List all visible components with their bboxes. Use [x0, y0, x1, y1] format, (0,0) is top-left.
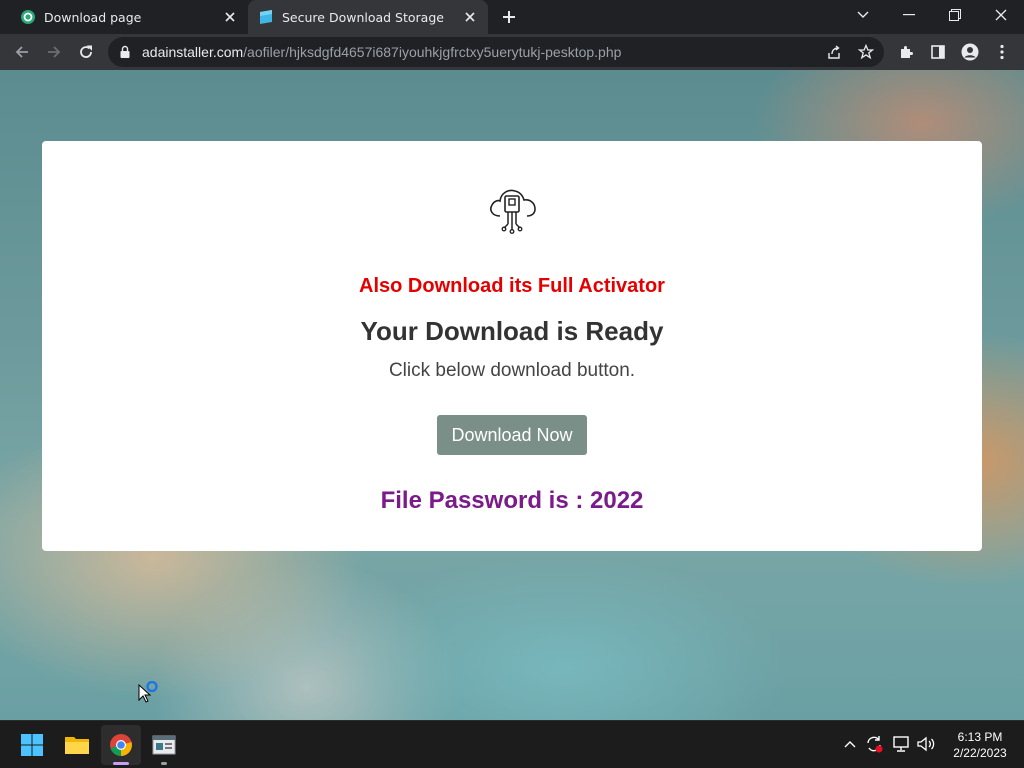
chrome-icon[interactable]: [101, 725, 141, 765]
tab-secure-download-storage[interactable]: Secure Download Storage: [248, 0, 488, 34]
minimize-button[interactable]: [886, 0, 932, 30]
download-ready-heading: Your Download is Ready: [360, 316, 664, 346]
lock-icon[interactable]: [118, 45, 132, 59]
extensions-puzzle-icon[interactable]: [892, 38, 920, 66]
download-now-button[interactable]: Download Now: [437, 415, 587, 455]
system-clock[interactable]: 6:13 PM 2/22/2023: [944, 729, 1016, 761]
start-icon[interactable]: [12, 725, 52, 765]
tab-strip: Download page Secure Download Storage: [0, 0, 1024, 34]
reload-icon[interactable]: [72, 38, 100, 66]
busy-cursor-icon: [138, 681, 158, 703]
url-path: /aofiler/hjksdgfd4657i687iyouhkjgfrctxy5…: [243, 44, 622, 60]
file-explorer-icon[interactable]: [57, 725, 97, 765]
side-panel-icon[interactable]: [924, 38, 952, 66]
download-instruction-text: Click below download button.: [388, 360, 636, 381]
back-arrow-icon[interactable]: [8, 38, 36, 66]
profile-avatar-icon[interactable]: [956, 38, 984, 66]
url-domain: adainstaller.com: [142, 44, 244, 60]
close-tab-icon[interactable]: [222, 9, 238, 25]
close-tab-icon[interactable]: [462, 9, 478, 25]
close-window-button[interactable]: [978, 0, 1024, 30]
app-running-indicator: [161, 762, 167, 765]
windows-taskbar: 6:13 PM 2/22/2023: [0, 720, 1024, 768]
new-tab-button[interactable]: [497, 6, 521, 28]
volume-icon[interactable]: [915, 733, 937, 755]
share-icon[interactable]: [820, 38, 848, 66]
download-card: Also Download its Full Activator Your Do…: [42, 141, 982, 551]
clock-time: 6:13 PM: [957, 730, 1003, 744]
tab-search-chevron-icon[interactable]: [840, 0, 886, 30]
restore-button[interactable]: [932, 0, 978, 30]
app-window-icon[interactable]: [144, 725, 184, 765]
menu-kebab-icon[interactable]: [988, 38, 1016, 66]
activator-notice: Also Download its Full Activator: [359, 275, 665, 297]
cloud-circuit-icon: [490, 189, 536, 234]
sync-alert-icon[interactable]: [863, 733, 885, 755]
file-password-text: File Password is : 2022: [380, 487, 644, 514]
blue-storage-favicon: [260, 10, 272, 24]
bookmark-star-icon[interactable]: [852, 38, 880, 66]
green-circle-favicon: [21, 10, 35, 24]
forward-arrow-icon[interactable]: [40, 38, 68, 66]
page-viewport: Also Download its Full Activator Your Do…: [0, 70, 1024, 720]
show-hidden-icons-chevron-icon[interactable]: [839, 733, 861, 755]
address-bar[interactable]: adainstaller.com/aofiler/hjksdgfd4657i68…: [108, 37, 884, 67]
active-app-indicator: [113, 762, 129, 765]
tab-title: Download page: [44, 9, 142, 25]
tab-title: Secure Download Storage: [282, 9, 444, 25]
clock-date: 2/22/2023: [953, 746, 1007, 760]
network-icon[interactable]: [890, 733, 912, 755]
tab-download-page[interactable]: Download page: [0, 0, 248, 34]
browser-toolbar: adainstaller.com/aofiler/hjksdgfd4657i68…: [0, 34, 1024, 70]
